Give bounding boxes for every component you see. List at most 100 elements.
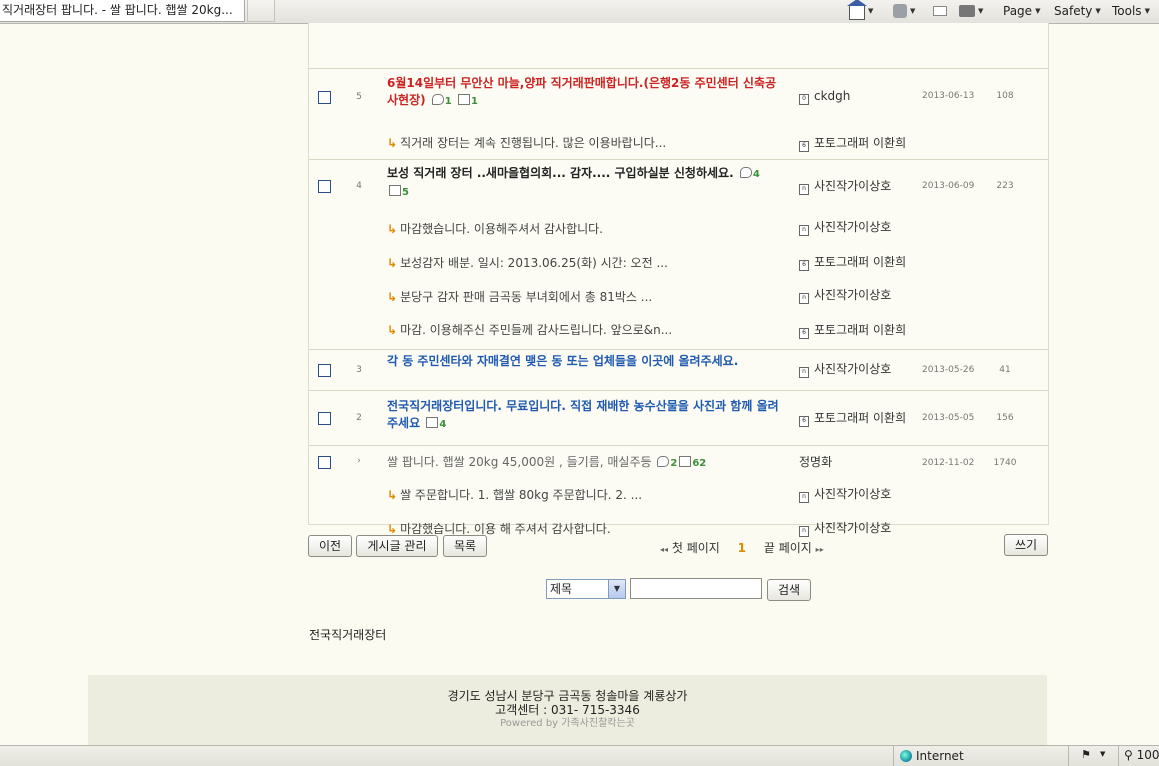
rss-icon (893, 4, 907, 18)
member-level-icon: n (799, 367, 809, 378)
reply-title[interactable]: ↳ 마감했습니다. 이용해주셔서 감사합니다. (387, 220, 603, 237)
comment-icon (657, 456, 670, 467)
last-page-link[interactable]: 끝 페이지 ▸▸ (764, 541, 824, 555)
site-name: 전국직거래장터 (309, 628, 387, 642)
prev-button[interactable]: 이전 (308, 535, 352, 557)
post-author[interactable]: 정명화 (799, 453, 832, 470)
chevron-down-icon: ▼ (1095, 7, 1101, 15)
first-page-link[interactable]: ◂◂ 첫 페이지 (660, 541, 720, 555)
safety-menu[interactable]: Safety ▼ (1054, 0, 1101, 22)
post-title[interactable]: 6월14일부터 무안산 마늘,양파 직거래판매합니다.(은행2동 주민센터 신축… (387, 75, 783, 110)
reply-author[interactable]: 6 포토그래퍼 이환희 (799, 321, 906, 339)
comment-count: 1 (431, 93, 452, 110)
reply-arrow-icon: ↳ (387, 323, 398, 337)
search-button[interactable]: 검색 (767, 579, 811, 601)
chevron-down-icon: ▼ (868, 7, 874, 15)
post-title[interactable]: 각 동 주민센타와 자매결연 맺은 동 또는 업체들을 이곳에 올려주세요. (387, 353, 783, 370)
print-button[interactable]: ▼ (959, 0, 983, 22)
browser-toolbar: 직거래장터 팝니다. - 쌀 팝니다. 햅쌀 20kg... ▼ ▼ ▼ Pag… (0, 0, 1159, 24)
row-checkbox[interactable] (318, 456, 331, 469)
member-level-icon: n (799, 492, 809, 503)
post-date: 2013-06-09 (922, 181, 975, 191)
protected-mode[interactable]: ⚑ ▼ (1068, 746, 1115, 766)
reply-title[interactable]: ↳ 마감. 이용해주신 주민들께 감사드립니다. 앞으로&n... (387, 321, 672, 338)
row-checkbox[interactable] (318, 364, 331, 377)
member-level-icon: n (799, 293, 809, 304)
page-menu[interactable]: Page ▼ (1003, 0, 1040, 22)
feeds-button[interactable]: ▼ (893, 0, 915, 22)
row-checkbox[interactable] (318, 412, 331, 425)
reply-title[interactable]: ↳ 직거래 장터는 계속 진행됩니다. 많은 이용바랍니다... (387, 134, 666, 151)
reply-title[interactable]: ↳ 쌀 주문합니다. 1. 햅쌀 80kg 주문합니다. 2. ... (387, 486, 642, 503)
shield-icon: ⚑ (1081, 748, 1091, 761)
post-author[interactable]: n 사진작가이상호 (799, 177, 891, 195)
post-title[interactable]: 쌀 팝니다. 햅쌀 20kg 45,000원 , 들기름, 매실주등 2 62 (387, 454, 783, 472)
post-date: 2013-05-05 (922, 413, 975, 423)
reply-arrow-icon: ↳ (387, 222, 398, 236)
reply-author[interactable]: n 사진작가이상호 (799, 485, 891, 503)
reply-author[interactable]: 6 포토그래퍼 이환희 (799, 253, 906, 271)
reply-author[interactable]: n 사진작가이상호 (799, 286, 891, 304)
member-level-icon: n (799, 526, 809, 537)
reply-title[interactable]: ↳ 분당구 감자 판매 금곡동 부녀회에서 총 81박스 ... (387, 288, 652, 305)
home-button[interactable]: ▼ (847, 0, 874, 22)
comment-icon (431, 94, 444, 105)
mail-icon (933, 6, 947, 16)
post-title[interactable]: 전국직거래장터입니다. 무료입니다. 직접 재배한 농수산물을 사진과 함께 올… (387, 398, 783, 433)
search-input[interactable] (630, 578, 762, 599)
reply-author[interactable]: n 사진작가이상호 (799, 519, 891, 537)
document-icon (389, 185, 401, 196)
manage-posts-button[interactable]: 게시글 관리 (356, 535, 438, 557)
file-count: 5 (389, 184, 409, 201)
chevron-down-icon: ▼ (910, 7, 916, 15)
comment-icon (739, 167, 752, 178)
new-tab-button[interactable] (247, 0, 275, 22)
browser-tab[interactable]: 직거래장터 팝니다. - 쌀 팝니다. 햅쌀 20kg... (0, 0, 245, 22)
chevron-down-icon: ▼ (1100, 750, 1106, 758)
home-icon (847, 0, 867, 20)
zone-label: Internet (916, 749, 964, 763)
post-author[interactable]: 0 ckdgh (799, 89, 850, 105)
post-views: 156 (996, 413, 1014, 423)
write-button[interactable]: 쓰기 (1004, 534, 1048, 556)
tools-menu[interactable]: Tools ▼ (1112, 0, 1150, 22)
row-checkbox[interactable] (318, 180, 331, 193)
reply-author[interactable]: n 사진작가이상호 (799, 218, 891, 236)
member-level-icon: n (799, 225, 809, 236)
post-author[interactable]: n 사진작가이상호 (799, 360, 891, 378)
search-field-select[interactable]: 제목 ▼ (546, 579, 626, 599)
post-title[interactable]: 보성 직거래 장터 ..새마을협의회... 감자.... 구입하실분 신청하세요… (387, 165, 783, 201)
mail-button[interactable] (933, 0, 947, 22)
post-author[interactable]: 6 포토그래퍼 이환희 (799, 409, 906, 427)
printer-icon (959, 5, 975, 17)
chevron-down-icon: ▼ (978, 7, 984, 15)
post-number: 2 (356, 413, 362, 423)
zoom-level: 100 (1136, 748, 1159, 762)
member-level-icon: 6 (799, 328, 809, 339)
table-row: › 쌀 팝니다. 햅쌀 20kg 45,000원 , 들기름, 매실주등 2 62… (309, 445, 1048, 479)
row-checkbox[interactable] (318, 91, 331, 104)
post-number: 4 (356, 181, 362, 191)
reply-author[interactable]: 6 포토그래퍼 이환희 (799, 134, 906, 152)
reply-title[interactable]: ↳ 보성감자 배분. 일시: 2013.06.25(화) 시간: 오전 ... (387, 254, 668, 271)
member-level-icon: 6 (799, 416, 809, 427)
current-page[interactable]: 1 (738, 541, 746, 555)
list-item: ↳ 쌀 주문합니다. 1. 햅쌀 80kg 주문합니다. 2. ... n 사진작가… (309, 478, 1048, 512)
comment-count: 2 (657, 455, 677, 472)
post-views: 223 (996, 181, 1014, 191)
list-button[interactable]: 목록 (443, 535, 487, 557)
post-views: 41 (999, 365, 1011, 375)
double-chevron-left-icon: ◂◂ (660, 545, 669, 554)
list-item: ↳ 보성감자 배분. 일시: 2013.06.25(화) 시간: 오전 ... 6… (309, 248, 1048, 282)
post-number: › (357, 456, 361, 466)
double-chevron-right-icon: ▸▸ (815, 545, 824, 554)
member-level-icon: 0 (799, 94, 809, 105)
file-count: 4 (426, 416, 446, 433)
member-level-icon: 6 (799, 260, 809, 271)
zoom-control[interactable]: ⚲ 100 (1118, 746, 1159, 766)
reply-arrow-icon: ↳ (387, 290, 398, 304)
file-count: 1 (457, 93, 478, 110)
post-views: 108 (996, 91, 1014, 101)
security-zone[interactable]: Internet (893, 746, 1064, 766)
chevron-down-icon: ▼ (1035, 7, 1041, 15)
